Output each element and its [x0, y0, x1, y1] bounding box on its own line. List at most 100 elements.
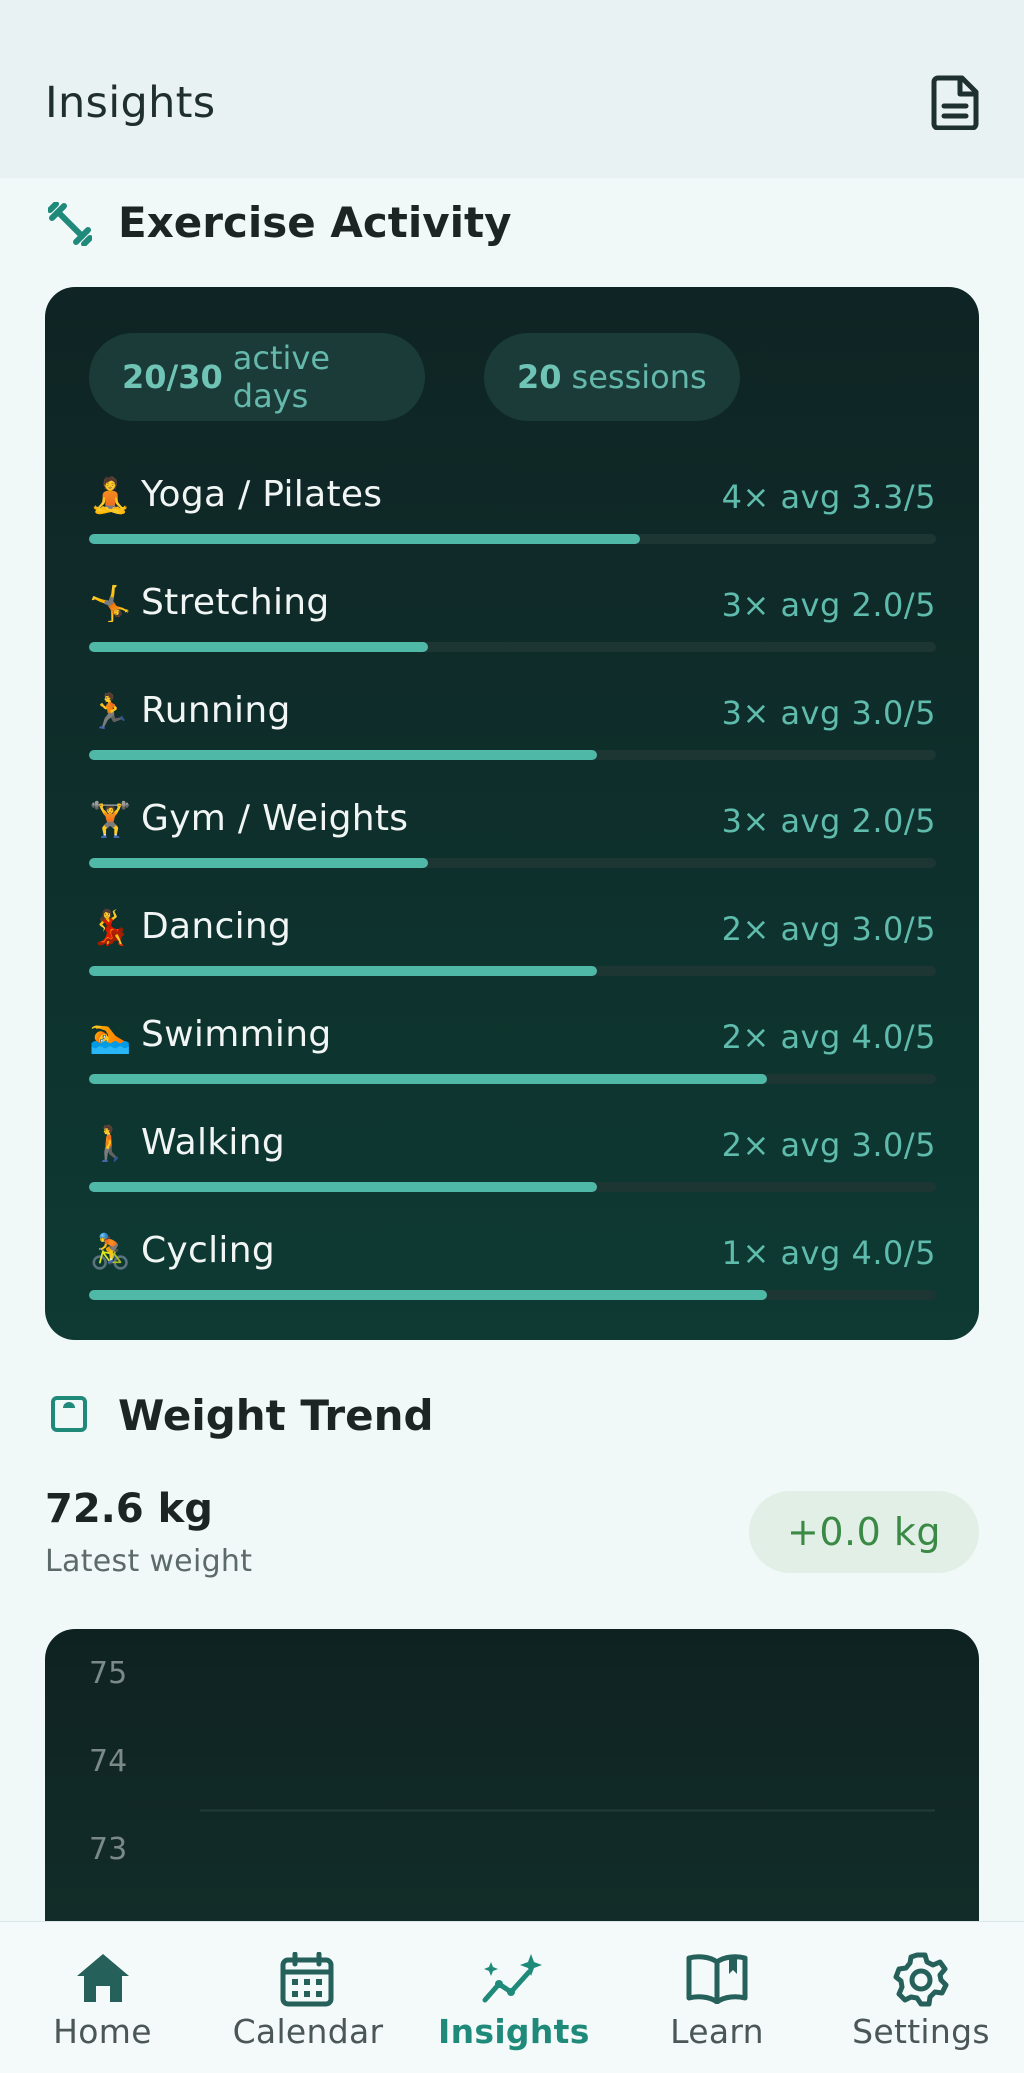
active-days-badge: 20/30 active days: [89, 333, 425, 421]
sessions-value: 20: [517, 358, 562, 396]
nav-label: Home: [53, 2012, 152, 2051]
activity-progress-track: [89, 1074, 936, 1084]
activity-stats: 3× avg 3.0/5: [722, 694, 936, 732]
activity-progress-track: [89, 966, 936, 976]
activity-progress-track: [89, 858, 936, 868]
weight-chart: [200, 1809, 938, 1959]
activity-progress-fill: [89, 1182, 598, 1192]
activity-row-running[interactable]: 🏃 Running 3× avg 3.0/5: [89, 686, 936, 766]
scale-icon: [51, 1396, 87, 1432]
activity-stats: 1× avg 4.0/5: [722, 1234, 936, 1272]
activity-row-cycling[interactable]: 🚴 Cycling 1× avg 4.0/5: [89, 1226, 936, 1306]
bottom-nav: Home Calendar Insights Learn Settings: [0, 1921, 1024, 2073]
activity-avg: avg 3.3/5: [780, 478, 936, 516]
nav-item-insights[interactable]: Insights: [438, 1922, 590, 2073]
weight-section-title: Weight Trend: [118, 1391, 434, 1440]
activity-name: Gym / Weights: [141, 798, 409, 839]
activity-progress-fill: [89, 750, 598, 760]
activity-progress-fill: [89, 966, 598, 976]
activity-name: Cycling: [141, 1230, 276, 1271]
cycling-icon: 🚴: [89, 1232, 132, 1272]
book-icon: [686, 1954, 748, 2004]
activity-stats: 2× avg 3.0/5: [722, 1126, 936, 1164]
weightlifting-icon: 🏋: [89, 800, 132, 840]
activity-name: Dancing: [141, 906, 292, 947]
activity-count: 2×: [721, 910, 770, 948]
activity-stats: 2× avg 4.0/5: [722, 1018, 936, 1056]
walking-icon: 🚶: [89, 1124, 132, 1164]
report-button[interactable]: [930, 74, 982, 131]
home-icon: [77, 1954, 129, 2002]
yoga-icon: 🧘: [89, 476, 132, 516]
activity-row-swimming[interactable]: 🏊 Swimming 2× avg 4.0/5: [89, 1010, 936, 1090]
activity-stats: 3× avg 2.0/5: [722, 586, 936, 624]
active-days-label: active days: [232, 339, 331, 415]
nav-label: Learn: [670, 2012, 764, 2051]
activity-name: Swimming: [141, 1014, 332, 1055]
app-header: Insights: [0, 0, 1024, 178]
activity-stats: 2× avg 3.0/5: [722, 910, 936, 948]
activity-avg: avg 2.0/5: [780, 586, 936, 624]
nav-item-home[interactable]: Home: [30, 1922, 175, 2073]
sessions-badge: 20 sessions: [484, 333, 740, 421]
activity-name: Yoga / Pilates: [141, 474, 383, 515]
active-days-value: 20/30: [122, 358, 223, 396]
gear-icon: [893, 1952, 949, 2007]
activity-avg: avg 2.0/5: [780, 802, 936, 840]
nav-item-calendar[interactable]: Calendar: [222, 1922, 394, 2073]
nav-item-learn[interactable]: Learn: [655, 1922, 779, 2073]
activity-avg: avg 3.0/5: [780, 1126, 936, 1164]
activity-stats: 3× avg 2.0/5: [722, 802, 936, 840]
activity-progress-track: [89, 642, 936, 652]
activity-avg: avg 3.0/5: [780, 694, 936, 732]
activity-row-stretching[interactable]: 🤸 Stretching 3× avg 2.0/5: [89, 578, 936, 658]
document-icon: [931, 75, 979, 131]
weight-delta-badge: +0.0 kg: [749, 1491, 979, 1573]
latest-weight-value: 72.6 kg: [45, 1486, 213, 1532]
page-title: Insights: [45, 78, 216, 128]
activity-avg: avg 3.0/5: [780, 910, 936, 948]
activity-avg: avg 4.0/5: [780, 1018, 936, 1056]
dancing-icon: 💃: [89, 908, 132, 948]
activity-progress-fill: [89, 1290, 767, 1300]
swimming-icon: 🏊: [89, 1016, 132, 1056]
activity-count: 3×: [721, 802, 770, 840]
weight-chart-card: 75 74 73: [45, 1629, 979, 1959]
activity-progress-track: [89, 1290, 936, 1300]
sessions-label: sessions: [571, 358, 707, 396]
activity-row-walking[interactable]: 🚶 Walking 2× avg 3.0/5: [89, 1118, 936, 1198]
activity-name: Running: [141, 690, 291, 731]
exercise-section-title: Exercise Activity: [118, 198, 512, 247]
activity-progress-track: [89, 1182, 936, 1192]
insights-icon: [482, 1954, 542, 2003]
nav-label: Settings: [852, 2012, 990, 2051]
activity-count: 3×: [721, 694, 770, 732]
nav-label: Insights: [438, 2012, 590, 2051]
activity-progress-track: [89, 534, 936, 544]
activity-progress-fill: [89, 858, 428, 868]
activity-count: 3×: [721, 586, 770, 624]
nav-item-settings[interactable]: Settings: [846, 1922, 996, 2073]
activity-row-dancing[interactable]: 💃 Dancing 2× avg 3.0/5: [89, 902, 936, 982]
activity-stats: 4× avg 3.3/5: [722, 478, 936, 516]
activity-progress-track: [89, 750, 936, 760]
stretching-icon: 🤸: [89, 584, 132, 624]
activity-progress-fill: [89, 1074, 767, 1084]
activity-avg: avg 4.0/5: [780, 1234, 936, 1272]
dumbbell-icon: [48, 202, 92, 246]
activity-progress-fill: [89, 534, 640, 544]
latest-weight-label: Latest weight: [45, 1544, 253, 1579]
activity-count: 1×: [721, 1234, 770, 1272]
activity-name: Walking: [141, 1122, 285, 1163]
activity-count: 2×: [721, 1126, 770, 1164]
exercise-card: 20/30 active days 20 sessions 🧘 Yoga / P…: [45, 287, 979, 1340]
activity-row-yoga[interactable]: 🧘 Yoga / Pilates 4× avg 3.3/5: [89, 470, 936, 550]
activity-count: 2×: [721, 1018, 770, 1056]
calendar-icon: [280, 1952, 334, 2007]
activity-row-gym[interactable]: 🏋 Gym / Weights 3× avg 2.0/5: [89, 794, 936, 874]
running-icon: 🏃: [89, 692, 132, 732]
nav-label: Calendar: [232, 2012, 384, 2051]
activity-progress-fill: [89, 642, 428, 652]
activity-name: Stretching: [141, 582, 330, 623]
activity-count: 4×: [721, 478, 770, 516]
